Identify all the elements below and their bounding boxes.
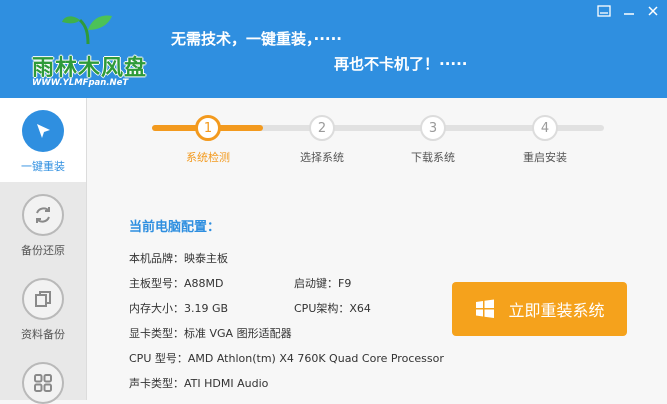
sidebar-item-backup-restore[interactable]: 备份还原 <box>0 182 86 266</box>
step-2-circle: 2 <box>309 115 335 141</box>
info-gpu: 显卡类型：标准 VGA 图形适配器 <box>129 327 292 340</box>
info-sound: 声卡类型：ATI HDMI Audio <box>129 377 269 390</box>
grid-icon <box>34 374 52 392</box>
slogan-line-1: 无需技术，一键重装，····· <box>171 30 342 48</box>
step-4-circle: 4 <box>532 115 558 141</box>
close-button[interactable] <box>643 3 663 19</box>
step-3-label: 下载系统 <box>411 151 455 164</box>
step-1-label: 系统检测 <box>186 151 230 164</box>
reinstall-button-label: 立即重装系统 <box>508 301 605 320</box>
leaf-logo-icon <box>62 15 112 45</box>
collapse-button[interactable] <box>619 3 639 19</box>
step-4-label: 重启安装 <box>523 151 567 164</box>
info-cpu-model: CPU 型号：AMD Athlon(tm) X4 760K Quad Core … <box>129 352 444 365</box>
windows-logo-icon <box>474 298 496 320</box>
close-icon <box>648 6 658 16</box>
logo-url: WWW.YLMFpan.NeT <box>32 78 129 88</box>
cursor-arrow-icon <box>37 124 50 138</box>
info-boot-key: 启动键：F9 <box>294 277 352 290</box>
sidebar: 一键重装 备份还原 资料备份 <box>0 98 87 404</box>
sidebar-item-label: 资料备份 <box>21 328 65 341</box>
sidebar-item-more[interactable] <box>0 350 86 404</box>
step-3-circle: 3 <box>420 115 446 141</box>
refresh-icon <box>36 207 50 223</box>
reinstall-button[interactable]: 立即重装系统 <box>452 282 627 336</box>
sidebar-icon-wrap <box>22 362 64 404</box>
app-logo: 雨林木风盘 WWW.YLMFpan.NeT <box>14 12 164 88</box>
sidebar-icon-wrap <box>22 194 64 236</box>
sidebar-item-reinstall[interactable]: 一键重装 <box>0 98 86 182</box>
sidebar-item-data-backup[interactable]: 资料备份 <box>0 266 86 350</box>
sidebar-item-label: 一键重装 <box>21 160 65 173</box>
app-header: 雨林木风盘 WWW.YLMFpan.NeT 无需技术，一键重装，····· 再也… <box>0 0 667 98</box>
info-motherboard: 主板型号：A88MD <box>129 277 224 290</box>
dash-icon <box>624 13 634 15</box>
info-cpu-arch: CPU架构：X64 <box>294 302 371 315</box>
slogan-line-2: 再也不卡机了！····· <box>334 55 468 73</box>
minimize-icon <box>597 5 611 17</box>
step-2-label: 选择系统 <box>300 151 344 164</box>
step-1-circle: 1 <box>195 115 221 141</box>
info-brand: 本机品牌：映泰主板 <box>129 252 228 265</box>
info-memory: 内存大小：3.19 GB <box>129 302 229 315</box>
copy-icon <box>35 291 51 307</box>
config-title: 当前电脑配置： <box>129 220 221 235</box>
minimize-button[interactable] <box>594 3 614 19</box>
sidebar-icon-wrap <box>22 110 64 152</box>
sidebar-icon-wrap <box>22 278 64 320</box>
sidebar-item-label: 备份还原 <box>21 244 65 257</box>
